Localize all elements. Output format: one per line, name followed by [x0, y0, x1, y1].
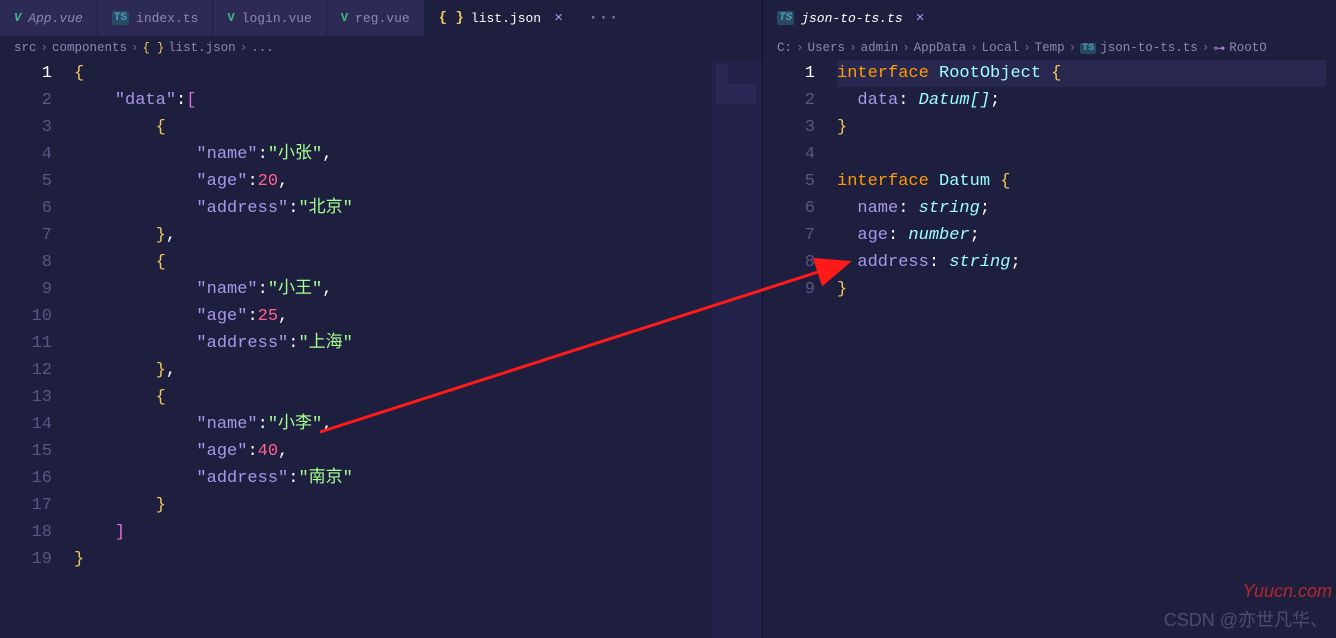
tab-label: App.vue [28, 11, 83, 26]
breadcrumb-item[interactable]: Users [808, 41, 846, 55]
breadcrumb-item[interactable]: C: [777, 41, 792, 55]
vue-icon: V [14, 11, 21, 25]
close-icon[interactable]: × [916, 10, 925, 27]
tab-list-json[interactable]: { } list.json × [425, 0, 578, 36]
tab-bar-left: V App.vue TS index.ts V login.vue V reg.… [0, 0, 762, 36]
tab-json-to-ts[interactable]: TS json-to-ts.ts × [763, 0, 940, 36]
json-icon: { } [143, 41, 165, 55]
tab-label: json-to-ts.ts [801, 11, 902, 26]
breadcrumb-trail: RootO [1229, 41, 1267, 55]
tab-login-vue[interactable]: V login.vue [213, 0, 326, 36]
tab-bar-right: TS json-to-ts.ts × [763, 0, 1336, 36]
breadcrumb-file[interactable]: list.json [168, 41, 236, 55]
line-numbers: 12345678910111213141516171819 [0, 60, 74, 638]
code-content[interactable]: { "data":[ { "name":"小张", "age":20, "add… [74, 60, 712, 638]
tab-reg-vue[interactable]: V reg.vue [327, 0, 425, 36]
breadcrumbs-right: C: › Users › admin › AppData › Local › T… [763, 36, 1336, 60]
close-icon[interactable]: × [554, 10, 563, 27]
code-content[interactable]: interface RootObject { data: Datum[];} i… [837, 60, 1336, 638]
interface-icon: ⊶ [1213, 41, 1225, 56]
breadcrumb-item[interactable]: src [14, 41, 37, 55]
ts-icon: TS [112, 11, 129, 25]
tab-label: login.vue [242, 11, 312, 26]
watermark: Yuucn.com [1243, 581, 1332, 602]
breadcrumbs-left: src › components › { } list.json › ... [0, 36, 762, 60]
breadcrumb-item[interactable]: Local [982, 41, 1020, 55]
vue-icon: V [341, 11, 348, 25]
tab-label: index.ts [136, 11, 198, 26]
breadcrumb-item[interactable]: admin [861, 41, 899, 55]
breadcrumb-item[interactable]: components [52, 41, 127, 55]
minimap[interactable] [712, 60, 762, 638]
tab-label: reg.vue [355, 11, 410, 26]
json-icon: { } [439, 10, 464, 26]
editor-right[interactable]: 123456789 interface RootObject { data: D… [763, 60, 1336, 638]
breadcrumb-file[interactable]: json-to-ts.ts [1100, 41, 1198, 55]
more-tabs-button[interactable]: ··· [578, 0, 629, 36]
editor-left[interactable]: 12345678910111213141516171819 { "data":[… [0, 60, 762, 638]
breadcrumb-trail: ... [251, 41, 274, 55]
breadcrumb-item[interactable]: AppData [914, 41, 967, 55]
vue-icon: V [227, 11, 234, 25]
breadcrumb-item[interactable]: Temp [1035, 41, 1065, 55]
tab-app-vue[interactable]: V App.vue [0, 0, 98, 36]
tab-label: list.json [471, 11, 541, 26]
chevron-right-icon: › [240, 41, 248, 55]
line-numbers: 123456789 [763, 60, 837, 638]
ts-icon: TS [777, 11, 794, 25]
watermark: CSDN @亦世凡华、 [1164, 606, 1328, 632]
chevron-right-icon: › [41, 41, 49, 55]
ts-icon: TS [1080, 43, 1096, 54]
chevron-right-icon: › [131, 41, 139, 55]
tab-index-ts[interactable]: TS index.ts [98, 0, 214, 36]
